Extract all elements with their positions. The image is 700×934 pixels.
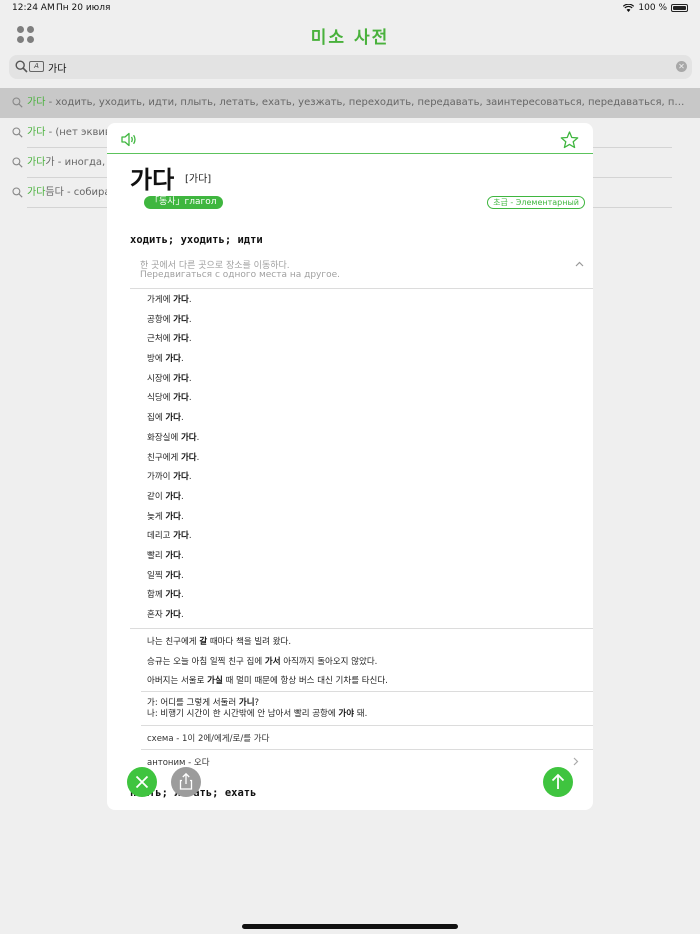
collocation: 방에 가다. [147, 354, 184, 365]
collocation: 식당에 가다. [147, 393, 192, 404]
divider [141, 749, 593, 750]
collocation: 화장실에 가다. [147, 432, 200, 443]
pos-badge: 「동사」глагол [144, 196, 223, 209]
divider [130, 628, 593, 629]
result-translation: - (нет эквив [45, 127, 111, 138]
chevron-up-icon[interactable] [575, 261, 584, 267]
search-icon [15, 60, 28, 73]
result-headword: 가다 [27, 97, 46, 108]
collocation: 가까이 가다. [147, 472, 192, 483]
chevron-right-icon[interactable] [573, 757, 579, 766]
collocation: 일찍 가다. [147, 570, 184, 581]
sense-title: ходить; уходить; идти [130, 234, 263, 246]
example-sentence: 아버지는 서울로 가실 때 멀미 때문에 항상 버스 대신 기차를 타신다. [147, 676, 388, 686]
collocation: 빨리 가다. [147, 550, 184, 561]
share-button[interactable] [171, 767, 201, 797]
search-icon [12, 157, 23, 168]
collocation: 친구에게 가다. [147, 452, 200, 463]
home-indicator [242, 924, 458, 929]
close-button[interactable] [127, 767, 157, 797]
result-translation: 가 - иногда, и [45, 157, 115, 168]
result-headword: 가다 [27, 157, 46, 168]
status-bar: 12:24 AM Пн 20 июля 100 % [0, 0, 700, 18]
scroll-top-button[interactable] [543, 767, 573, 797]
dialog-line: 가: 어디를 그렇게 서둘러 가니? [147, 698, 260, 708]
status-time: 12:24 AM [12, 3, 55, 13]
collocation: 늦게 가다. [147, 511, 184, 522]
search-icon [12, 97, 23, 108]
app-title: 미소 사전 [310, 28, 390, 48]
result-headword: 가다 [27, 127, 46, 138]
dialog-line: 나: 비행기 시간이 한 시간밖에 안 남아서 빨리 공항에 가야 돼. [147, 708, 368, 719]
definition-russian: Передвигаться с одного места на другое. [140, 270, 341, 280]
battery-percent: 100 % [638, 3, 667, 13]
search-bar[interactable]: A 가다 ✕ [9, 55, 692, 79]
handwriting-icon[interactable]: A [29, 61, 44, 72]
example-sentence: 나는 친구에게 갈 때마다 책을 빌려 왔다. [147, 637, 292, 647]
status-date: Пн 20 июля [56, 3, 111, 13]
divider [141, 691, 593, 692]
example-sentence: 승규는 오늘 아침 일찍 친구 집에 가서 아직까지 돌아오지 않았다. [147, 657, 378, 667]
status-right: 100 % [623, 3, 688, 13]
collocation: 집에 가다. [147, 413, 184, 424]
modal-header [107, 123, 593, 154]
close-icon [135, 775, 149, 789]
collocation: 공항에 가다. [147, 314, 192, 325]
nav-bar: 미소 사전 [0, 18, 700, 52]
collocation: 함께 가다. [147, 590, 184, 601]
collocation: 같이 가다. [147, 491, 184, 502]
search-icon [12, 127, 23, 138]
search-icon [12, 187, 23, 198]
clear-icon[interactable]: ✕ [676, 61, 687, 72]
headword: 가다 [130, 166, 175, 194]
level-badge: 초급 - Элементарный [487, 196, 585, 209]
speaker-icon[interactable] [120, 132, 138, 147]
collocation: 혼자 가다. [147, 610, 184, 620]
result-item[interactable]: 가다 - ходить, уходить, идти, плыть, летат… [0, 88, 700, 118]
collocation: 가게에 가다. [147, 295, 192, 305]
result-translation: 듬다 - собира [45, 187, 111, 198]
search-input[interactable]: 가다 [48, 60, 66, 75]
battery-icon [671, 4, 688, 12]
collocation: 시장에 가다. [147, 373, 192, 384]
star-icon[interactable] [560, 131, 579, 149]
schema-text: схема - 1이 2에/에게/로/를 가다 [147, 734, 270, 744]
example-dialog: 가: 어디를 그렇게 서둘러 가니? 나: 비행기 시간이 한 시간밖에 안 남… [147, 698, 367, 719]
result-translation: - ходить, уходить, идти, плыть, летать, … [45, 97, 690, 108]
wifi-icon [623, 4, 635, 12]
pronunciation: [가다] [185, 174, 212, 185]
definition-box[interactable]: 한 곳에서 다른 곳으로 장소를 이동하다. Передвигаться с о… [130, 249, 593, 289]
collocation: 근처에 가다. [147, 334, 192, 345]
result-headword: 가다 [27, 187, 46, 198]
divider [141, 725, 593, 726]
entry-modal: 가다 [가다] 「동사」глагол 초급 - Элементарный ход… [107, 123, 593, 810]
collocation: 데리고 가다. [147, 531, 192, 542]
arrow-up-icon [551, 773, 565, 789]
collocation-list: 가게에 가다. 공항에 가다. 근처에 가다. 방에 가다. 시장에 가다. 식… [147, 291, 567, 626]
share-icon [179, 772, 193, 790]
